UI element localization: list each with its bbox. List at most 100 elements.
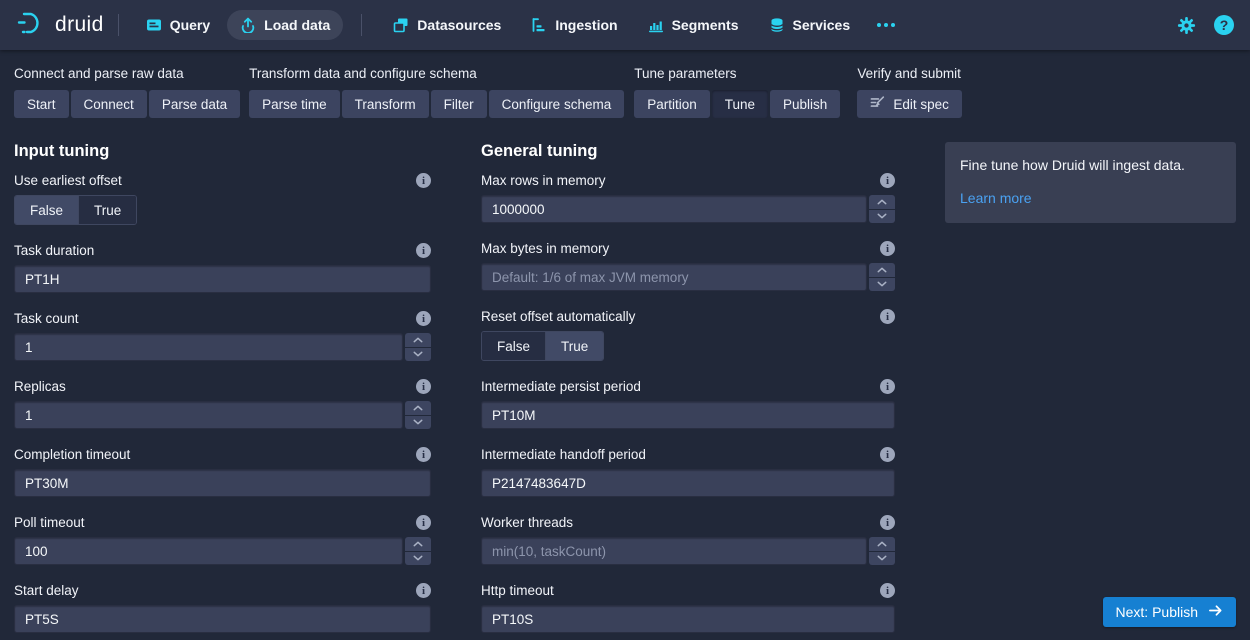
step-button-parse-time[interactable]: Parse time xyxy=(249,90,340,118)
field-http-timeout: Http timeout xyxy=(481,583,895,633)
flow-icon xyxy=(531,17,547,33)
step-group-verify: Verify and submit Edit spec xyxy=(857,66,962,118)
field-label: Task duration xyxy=(14,243,94,258)
field-max-bytes-in-memory: Max bytes in memory xyxy=(481,241,895,291)
task-duration-input[interactable] xyxy=(14,265,431,293)
step-button-filter[interactable]: Filter xyxy=(431,90,487,118)
gear-icon[interactable] xyxy=(1177,16,1196,35)
increment-button[interactable] xyxy=(869,263,895,277)
tune-help-callout: Fine tune how Druid will ingest data. Le… xyxy=(945,142,1236,223)
increment-button[interactable] xyxy=(869,537,895,551)
info-icon[interactable] xyxy=(416,515,431,530)
task-count-input[interactable] xyxy=(14,333,403,361)
completion-timeout-input[interactable] xyxy=(14,469,431,497)
learn-more-link[interactable]: Learn more xyxy=(960,190,1032,206)
nav-more-button[interactable] xyxy=(867,16,905,34)
number-stepper xyxy=(405,537,431,565)
number-stepper xyxy=(405,401,431,429)
http-timeout-input[interactable] xyxy=(481,605,895,633)
nav-item-ingestion[interactable]: Ingestion xyxy=(518,10,630,40)
info-icon[interactable] xyxy=(880,173,895,188)
field-reset-offset-automatically: Reset offset automatically False True xyxy=(481,309,895,361)
field-label: Max bytes in memory xyxy=(481,241,609,256)
next-publish-button[interactable]: Next: Publish xyxy=(1103,597,1236,627)
nav-divider xyxy=(118,14,119,36)
info-icon[interactable] xyxy=(880,447,895,462)
nav-item-load-data[interactable]: Load data xyxy=(227,10,343,40)
multi-panel-icon xyxy=(393,17,409,33)
max-bytes-in-memory-input[interactable] xyxy=(481,263,867,291)
increment-button[interactable] xyxy=(405,537,431,551)
toggle-true-button[interactable]: True xyxy=(545,332,603,360)
decrement-button[interactable] xyxy=(405,552,431,566)
field-use-earliest-offset: Use earliest offset False True xyxy=(14,173,431,225)
database-icon xyxy=(769,17,785,33)
info-icon[interactable] xyxy=(416,379,431,394)
field-task-count: Task count xyxy=(14,311,431,361)
toggle-false-button[interactable]: False xyxy=(15,196,78,224)
druid-logo[interactable]: druid xyxy=(16,9,104,42)
brand-name: druid xyxy=(55,13,104,37)
help-column: Fine tune how Druid will ingest data. Le… xyxy=(945,142,1236,640)
tune-step-content: Input tuning Use earliest offset False T… xyxy=(0,118,1250,640)
field-poll-timeout: Poll timeout xyxy=(14,515,431,565)
step-button-tune[interactable]: Tune xyxy=(712,90,768,118)
increment-button[interactable] xyxy=(869,195,895,209)
decrement-button[interactable] xyxy=(869,278,895,292)
info-icon[interactable] xyxy=(416,583,431,598)
console-icon xyxy=(146,17,162,33)
poll-timeout-input[interactable] xyxy=(14,537,403,565)
section-title-input-tuning: Input tuning xyxy=(14,142,431,161)
field-label: Completion timeout xyxy=(14,447,130,462)
step-button-connect[interactable]: Connect xyxy=(71,90,147,118)
intermediate-handoff-period-input[interactable] xyxy=(481,469,895,497)
decrement-button[interactable] xyxy=(405,416,431,430)
field-label: Max rows in memory xyxy=(481,173,606,188)
toggle-true-button[interactable]: True xyxy=(78,196,136,224)
info-icon[interactable] xyxy=(880,515,895,530)
decrement-button[interactable] xyxy=(869,552,895,566)
nav-item-segments[interactable]: Segments xyxy=(635,10,752,40)
max-rows-in-memory-input[interactable] xyxy=(481,195,867,223)
step-button-edit-spec[interactable]: Edit spec xyxy=(857,90,962,118)
bar-chart-icon xyxy=(648,17,664,33)
step-button-configure-schema[interactable]: Configure schema xyxy=(489,90,625,118)
field-task-duration: Task duration xyxy=(14,243,431,293)
number-stepper xyxy=(869,195,895,223)
field-label: Intermediate handoff period xyxy=(481,447,646,462)
info-icon[interactable] xyxy=(416,243,431,258)
replicas-input[interactable] xyxy=(14,401,403,429)
step-button-partition[interactable]: Partition xyxy=(634,90,710,118)
step-button-publish[interactable]: Publish xyxy=(770,90,840,118)
nav-item-datasources[interactable]: Datasources xyxy=(380,10,514,40)
step-button-start[interactable]: Start xyxy=(14,90,69,118)
nav-item-services[interactable]: Services xyxy=(756,10,864,40)
decrement-button[interactable] xyxy=(869,210,895,224)
info-icon[interactable] xyxy=(416,447,431,462)
nav-item-query[interactable]: Query xyxy=(133,10,223,40)
number-stepper xyxy=(869,263,895,291)
toggle-false-button[interactable]: False xyxy=(482,332,545,360)
intermediate-persist-period-input[interactable] xyxy=(481,401,895,429)
info-icon[interactable] xyxy=(880,583,895,598)
step-button-transform[interactable]: Transform xyxy=(342,90,429,118)
worker-threads-input[interactable] xyxy=(481,537,867,565)
number-stepper xyxy=(405,333,431,361)
step-group-label: Verify and submit xyxy=(857,66,962,81)
start-delay-input[interactable] xyxy=(14,605,431,633)
step-group-tune: Tune parameters Partition Tune Publish xyxy=(634,66,840,118)
field-label: Use earliest offset xyxy=(14,173,122,188)
help-icon[interactable]: ? xyxy=(1214,15,1234,35)
info-icon[interactable] xyxy=(880,379,895,394)
decrement-button[interactable] xyxy=(405,348,431,362)
info-icon[interactable] xyxy=(416,311,431,326)
info-icon[interactable] xyxy=(880,241,895,256)
nav-divider xyxy=(361,14,362,36)
info-icon[interactable] xyxy=(880,309,895,324)
increment-button[interactable] xyxy=(405,401,431,415)
increment-button[interactable] xyxy=(405,333,431,347)
info-icon[interactable] xyxy=(416,173,431,188)
field-label: Poll timeout xyxy=(14,515,85,530)
step-button-parse-data[interactable]: Parse data xyxy=(149,90,240,118)
general-tuning-column: General tuning Max rows in memory Max by… xyxy=(481,142,895,640)
